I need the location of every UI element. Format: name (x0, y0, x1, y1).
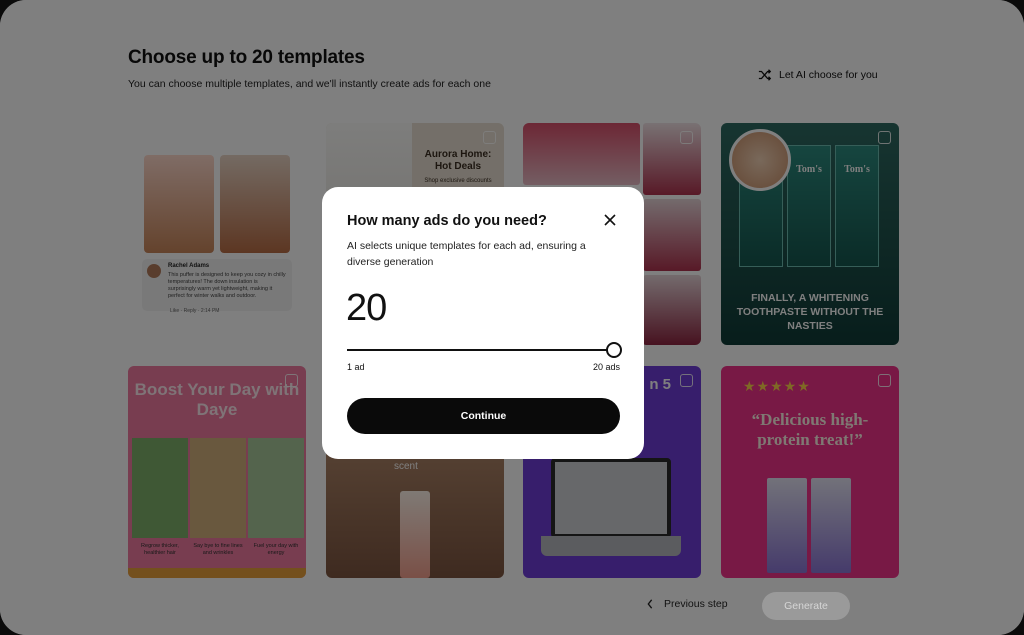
ads-count-dialog: How many ads do you need? AI selects uni… (322, 187, 644, 459)
ads-count-slider-track[interactable] (347, 349, 620, 351)
dialog-description: AI selects unique templates for each ad,… (347, 240, 586, 268)
chevron-left-icon (647, 599, 653, 609)
continue-button[interactable]: Continue (347, 398, 620, 434)
slider-max-label: 20 ads (592, 362, 620, 372)
ads-count-value: 20 (346, 287, 387, 329)
close-button[interactable] (603, 213, 617, 227)
close-icon (604, 214, 616, 226)
app-window: Choose up to 20 templates You can choose… (0, 0, 1024, 635)
previous-step-button[interactable]: Previous step (646, 598, 728, 610)
slider-min-label: 1 ad (347, 362, 365, 372)
slider-thumb[interactable] (606, 342, 622, 358)
previous-step-label: Previous step (664, 598, 728, 610)
slider-fill (347, 349, 620, 351)
dialog-title: How many ads do you need? (347, 213, 547, 229)
generate-button[interactable]: Generate (762, 592, 850, 620)
